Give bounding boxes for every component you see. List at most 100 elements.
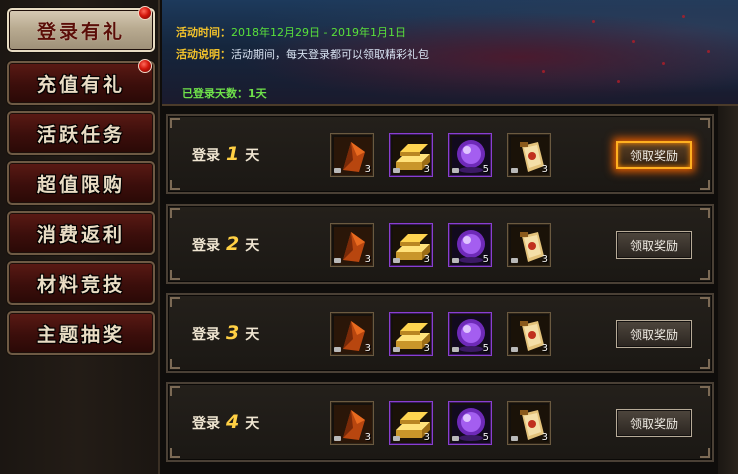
login-day-prefix: 登录 xyxy=(192,238,220,254)
item-quantity: 5 xyxy=(482,254,489,265)
event-time-key: 活动时间： xyxy=(176,26,231,39)
frame-right-edge xyxy=(718,106,738,474)
sidebar-item-label: 充值有礼 xyxy=(36,73,125,96)
reward-row: 登录 2 天 3 3 5 3 领取奖励 xyxy=(166,204,714,284)
event-banner: 活动时间：2018年12月29日 - 2019年1月1日 活动说明：活动期间，每… xyxy=(162,0,738,106)
login-day-suffix: 天 xyxy=(245,148,260,164)
item-quantity: 5 xyxy=(482,343,489,354)
login-day-prefix: 登录 xyxy=(192,148,220,164)
item-quantity: 3 xyxy=(423,432,430,443)
item-quantity: 3 xyxy=(541,254,548,265)
bound-lock-icon xyxy=(511,258,518,263)
event-description-value: 活动期间，每天登录都可以领取精彩礼包 xyxy=(231,48,429,61)
bound-lock-icon xyxy=(393,258,400,263)
sidebar-item-value-limited[interactable]: 超值限购 xyxy=(7,161,155,205)
sidebar-item-label: 材料竞技 xyxy=(36,273,125,296)
sidebar-item-login-gift[interactable]: 登录有礼 xyxy=(7,6,155,52)
sidebar-item-spend-rebate[interactable]: 消费返利 xyxy=(7,211,155,255)
item-quantity: 3 xyxy=(364,254,371,265)
login-day-number: 3 xyxy=(226,322,240,344)
bound-lock-icon xyxy=(452,347,459,352)
login-day-prefix: 登录 xyxy=(192,416,220,432)
item-quantity: 3 xyxy=(364,164,371,175)
event-time-line: 活动时间：2018年12月29日 - 2019年1月1日 xyxy=(176,24,406,40)
sidebar-item-theme-lottery[interactable]: 主题抽奖 xyxy=(7,311,155,355)
notification-dot-icon xyxy=(138,6,152,20)
bound-lock-icon xyxy=(452,168,459,173)
bound-lock-icon xyxy=(452,258,459,263)
reward-item-slot[interactable]: 3 xyxy=(389,223,433,267)
reward-item-slot[interactable]: 3 xyxy=(389,401,433,445)
reward-row: 登录 4 天 3 3 5 3 领取奖励 xyxy=(166,382,714,462)
bound-lock-icon xyxy=(334,168,341,173)
reward-item-slot[interactable]: 3 xyxy=(330,133,374,177)
bound-lock-icon xyxy=(393,347,400,352)
login-day-suffix: 天 xyxy=(245,416,260,432)
login-days-value: 1天 xyxy=(248,87,267,100)
reward-item-slot[interactable]: 3 xyxy=(330,401,374,445)
login-days-key: 已登录天数： xyxy=(182,87,248,100)
reward-item-slot[interactable]: 3 xyxy=(507,133,551,177)
reward-item-slot[interactable]: 3 xyxy=(389,133,433,177)
reward-item-slot[interactable]: 3 xyxy=(507,312,551,356)
login-day-label: 登录 4 天 xyxy=(192,411,259,433)
claim-reward-button[interactable]: 领取奖励 xyxy=(616,320,692,348)
sidebar-item-label: 活跃任务 xyxy=(36,123,125,146)
login-day-number: 4 xyxy=(226,411,240,433)
item-quantity: 3 xyxy=(423,343,430,354)
item-quantity: 5 xyxy=(482,164,489,175)
reward-item-slot[interactable]: 5 xyxy=(448,223,492,267)
bound-lock-icon xyxy=(511,168,518,173)
item-quantity: 3 xyxy=(541,432,548,443)
item-quantity: 3 xyxy=(364,343,371,354)
event-description-key: 活动说明： xyxy=(176,48,231,61)
login-day-label: 登录 1 天 xyxy=(192,143,259,165)
bound-lock-icon xyxy=(334,436,341,441)
login-day-prefix: 登录 xyxy=(192,327,220,343)
login-day-number: 1 xyxy=(226,143,240,165)
sidebar-item-label: 超值限购 xyxy=(36,173,125,196)
claim-reward-button[interactable]: 领取奖励 xyxy=(616,141,692,169)
notification-dot-icon xyxy=(138,59,152,73)
login-day-suffix: 天 xyxy=(245,327,260,343)
reward-row: 登录 3 天 3 3 5 3 领取奖励 xyxy=(166,293,714,373)
sidebar-item-label: 登录有礼 xyxy=(36,20,125,43)
bound-lock-icon xyxy=(334,347,341,352)
item-quantity: 3 xyxy=(423,164,430,175)
reward-item-slot[interactable]: 5 xyxy=(448,312,492,356)
login-days-line: 已登录天数：1天 xyxy=(182,85,267,101)
reward-row: 登录 1 天 3 3 5 3 领取奖励 xyxy=(166,114,714,194)
sidebar-item-label: 主题抽奖 xyxy=(36,323,125,346)
bound-lock-icon xyxy=(452,436,459,441)
reward-item-slot[interactable]: 3 xyxy=(330,223,374,267)
bound-lock-icon xyxy=(511,436,518,441)
event-time-start: 2018年12月29日 xyxy=(231,26,320,39)
login-day-label: 登录 3 天 xyxy=(192,322,259,344)
bound-lock-icon xyxy=(511,347,518,352)
item-quantity: 3 xyxy=(364,432,371,443)
claim-reward-button[interactable]: 领取奖励 xyxy=(616,409,692,437)
bound-lock-icon xyxy=(393,436,400,441)
login-day-number: 2 xyxy=(226,233,240,255)
login-day-label: 登录 2 天 xyxy=(192,233,259,255)
item-quantity: 5 xyxy=(482,432,489,443)
reward-item-slot[interactable]: 5 xyxy=(448,401,492,445)
sidebar-item-active-tasks[interactable]: 活跃任务 xyxy=(7,111,155,155)
reward-item-slot[interactable]: 3 xyxy=(330,312,374,356)
item-quantity: 3 xyxy=(541,343,548,354)
item-quantity: 3 xyxy=(423,254,430,265)
event-time-end: 2019年1月1日 xyxy=(330,26,406,39)
sidebar: 登录有礼 充值有礼 活跃任务 超值限购 消费返利 材料竞技 主题抽奖 xyxy=(0,0,160,474)
reward-item-slot[interactable]: 5 xyxy=(448,133,492,177)
sidebar-item-recharge-gift[interactable]: 充值有礼 xyxy=(7,59,155,105)
sidebar-item-label: 消费返利 xyxy=(36,223,125,246)
reward-item-slot[interactable]: 3 xyxy=(507,401,551,445)
bound-lock-icon xyxy=(393,168,400,173)
event-description-line: 活动说明：活动期间，每天登录都可以领取精彩礼包 xyxy=(176,46,429,62)
reward-item-slot[interactable]: 3 xyxy=(507,223,551,267)
bound-lock-icon xyxy=(334,258,341,263)
claim-reward-button[interactable]: 领取奖励 xyxy=(616,231,692,259)
event-time-separator: - xyxy=(320,26,331,39)
sidebar-item-material-contest[interactable]: 材料竞技 xyxy=(7,261,155,305)
reward-item-slot[interactable]: 3 xyxy=(389,312,433,356)
